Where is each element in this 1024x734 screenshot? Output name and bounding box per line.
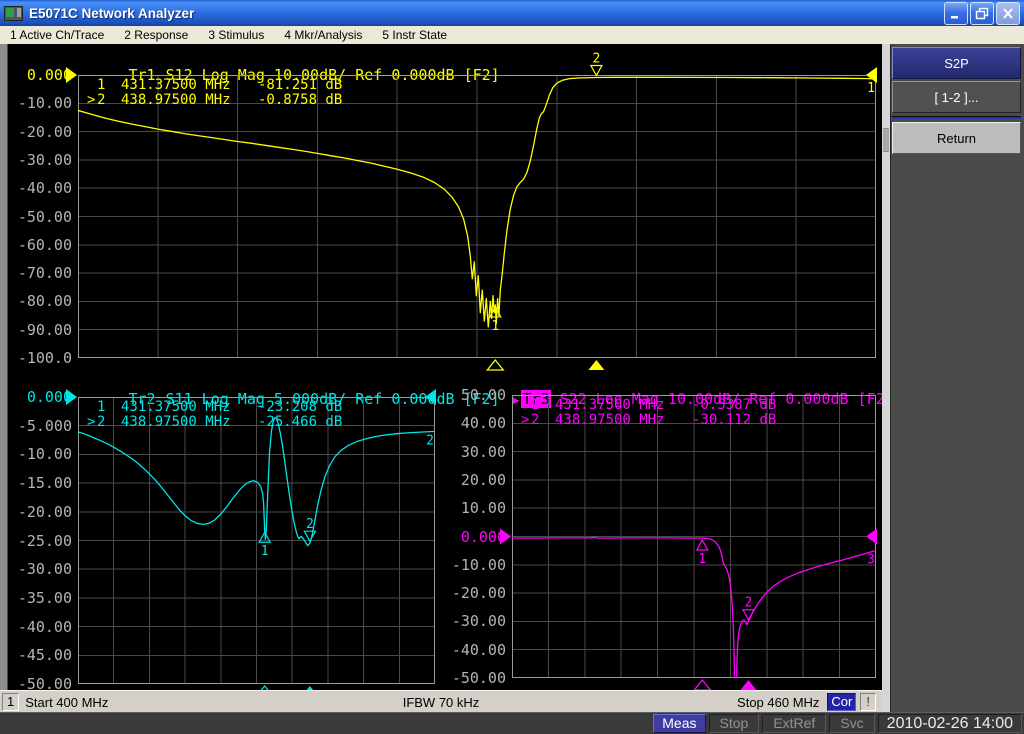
menu-item-1[interactable]: 1 Active Ch/Trace [0,28,114,42]
ifbw-label: IFBW 70 kHz [403,695,480,710]
y-axis-label: -70.00 [8,264,72,282]
y-axis-label: -45.00 [8,646,72,664]
y-axis-label: 20.00 [442,471,506,489]
stop-frequency-label: Stop 460 MHz [737,695,819,710]
softkey-separator [892,116,1021,119]
y-axis-label: -5.000 [8,417,72,435]
y-axis-label: -100.0 [8,349,72,367]
y-axis-label: -30.00 [8,151,72,169]
y-axis-label: -10.00 [442,556,506,574]
y-axis-label: 0.000 [8,388,72,406]
start-frequency-label: Start 400 MHz [25,695,108,710]
restore-icon [975,7,989,20]
y-axis-label: -20.00 [8,123,72,141]
meas-status-indicator: Meas [653,714,705,733]
y-axis-label: 40.00 [442,414,506,432]
softkey-menu-title: S2P [892,47,1021,79]
alert-badge: ! [860,693,876,711]
y-axis-label: -35.00 [8,589,72,607]
e5071c-window: E5071C Network Analyzer 1 Active Ch/Trac… [0,0,1024,734]
restore-button[interactable] [970,2,994,25]
y-axis-label: 50.00 [442,386,506,404]
y-axis-label: -40.00 [8,179,72,197]
y-axis-label: -30.00 [442,612,506,630]
close-icon [1001,7,1015,20]
y-axis-label: -25.00 [8,532,72,550]
y-axis-label: -30.00 [8,560,72,578]
y-axis-label: 10.00 [442,499,506,517]
app-icon [4,6,23,21]
display-left-border [0,44,8,690]
title-bar[interactable]: E5071C Network Analyzer [0,0,1024,26]
ref-level-arrow-left [500,529,511,545]
instrument-status-bar: Meas Stop ExtRef Svc 2010-02-26 14:00 [0,712,1024,734]
channel-number-badge: 1 [2,693,19,711]
y-axis-label: -15.00 [8,474,72,492]
y-axis-label: -10.00 [8,445,72,463]
ref-level-arrow-left [66,389,77,405]
datetime-display: 2010-02-26 14:00 [878,714,1022,733]
y-axis-label: -10.00 [8,94,72,112]
marker-symbol [591,65,602,75]
window-controls [944,2,1020,25]
menu-item-4[interactable]: 4 Mkr/Analysis [274,28,372,42]
stimulus-marker-active [588,360,604,370]
y-axis-label: -20.00 [8,503,72,521]
y-axis-label: -50.00 [8,208,72,226]
stimulus-marker [694,680,710,690]
correction-status-badge: Cor [827,693,856,711]
svc-status-indicator: Svc [829,714,874,733]
stop-status-indicator: Stop [709,714,760,733]
minimize-button[interactable] [944,2,968,25]
close-button[interactable] [996,2,1020,25]
y-axis-label: -90.00 [8,321,72,339]
analyzer-display: ▶Tr1S12Log Mag 10.00dB/ Ref 0.000dB [F2]… [0,44,882,690]
minimize-icon [949,7,963,20]
menu-item-2[interactable]: 2 Response [114,28,198,42]
status-bar: 1 Start 400 MHz IFBW 70 kHz Stop 460 MHz… [0,690,882,713]
window-title: E5071C Network Analyzer [29,6,194,21]
trace3-plot-area[interactable] [512,395,876,678]
softkey-return-button[interactable]: Return [892,122,1021,154]
softkey-scrollbar[interactable] [882,44,891,712]
stimulus-marker-active [740,680,756,690]
y-axis-label: -40.00 [442,641,506,659]
softkey-1-2-button[interactable]: [ 1-2 ]... [892,81,1021,113]
stimulus-marker [487,360,503,370]
y-axis-label: 0.000 [442,528,506,546]
y-axis-label: -50.00 [442,669,506,687]
extref-status-indicator: ExtRef [762,714,826,733]
y-axis-label: -20.00 [442,584,506,602]
softkey-menu: S2P [ 1-2 ]... Return [882,44,1024,712]
y-axis-label: -40.00 [8,618,72,636]
y-axis-label: -80.00 [8,292,72,310]
softkey-scrollbar-thumb[interactable] [883,128,889,152]
y-axis-label: 0.000 [8,66,72,84]
menu-bar: 1 Active Ch/Trace2 Response3 Stimulus4 M… [0,26,1024,44]
ref-level-arrow-left [66,67,77,83]
menu-item-3[interactable]: 3 Stimulus [198,28,274,42]
y-axis-label: -60.00 [8,236,72,254]
menu-item-5[interactable]: 5 Instr State [372,28,457,42]
y-axis-label: 30.00 [442,443,506,461]
softkey-list: S2P [ 1-2 ]... Return [892,47,1021,156]
trace1-plot-area[interactable] [78,75,876,358]
marker-number: 2 [592,51,600,66]
trace2-plot-area[interactable] [78,397,435,684]
